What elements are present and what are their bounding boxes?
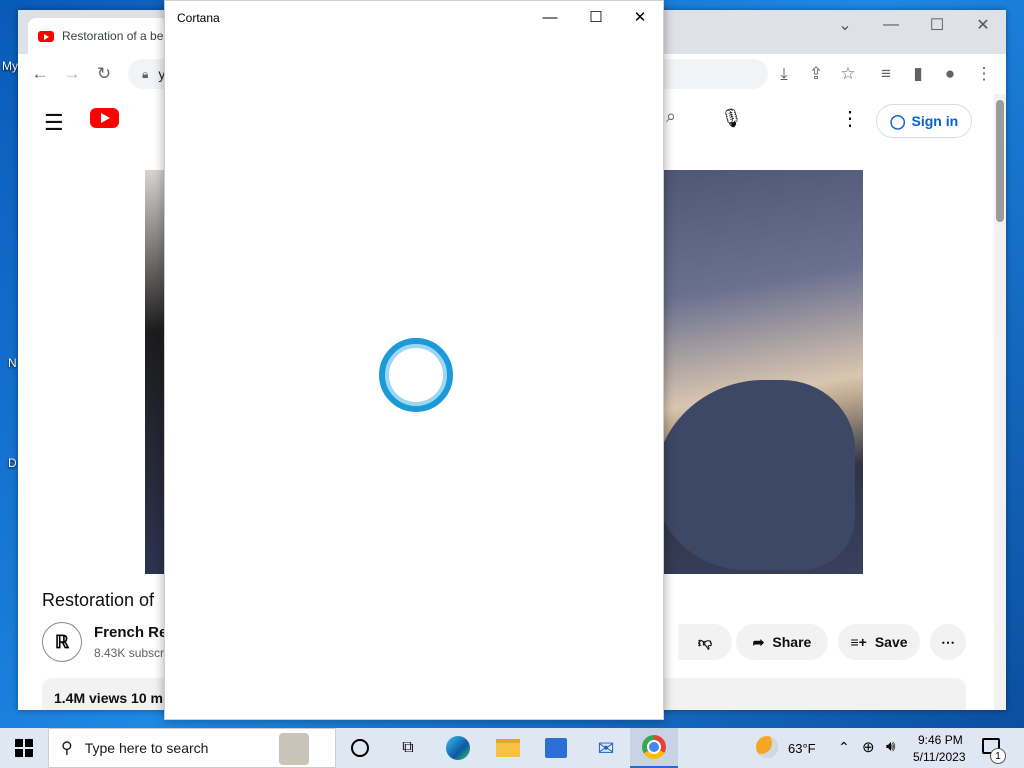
back-icon[interactable]: ← — [28, 62, 52, 86]
hamburger-menu-icon[interactable]: ☰ — [44, 110, 64, 136]
save-label: Save — [874, 634, 908, 650]
profile-icon[interactable]: ● — [938, 62, 962, 86]
more-actions-button[interactable]: ⋯ — [930, 624, 966, 660]
edge-taskbar-button[interactable] — [434, 728, 482, 768]
reading-list-icon[interactable]: ≡ — [874, 62, 898, 86]
cortana-ring-icon — [379, 338, 453, 412]
youtube-logo[interactable] — [90, 108, 119, 128]
weather-icon[interactable] — [756, 736, 778, 758]
subscriber-count: 8.43K subscr — [94, 646, 165, 660]
cortana-minimize-button[interactable]: — — [527, 1, 573, 33]
weather-temp[interactable]: 63°F — [788, 741, 816, 756]
user-circle-icon: ◯ — [889, 112, 906, 129]
mail-taskbar-button[interactable]: ✉ — [582, 728, 630, 768]
settings-kebab-icon[interactable]: ⋮ — [840, 106, 860, 131]
minimize-button[interactable]: — — [868, 10, 914, 40]
desktop-icon-label[interactable]: N — [8, 356, 17, 370]
network-globe-icon[interactable]: ⊕ — [862, 738, 875, 756]
close-button[interactable]: ✕ — [960, 10, 1006, 40]
windows-logo-icon — [15, 739, 33, 757]
cortana-window: Cortana — ☐ ✕ — [164, 0, 664, 720]
cortana-title: Cortana — [177, 11, 220, 25]
task-view-button[interactable]: ⧉ — [384, 728, 432, 768]
playlist-add-icon: ≡+ — [850, 634, 867, 650]
volume-icon[interactable]: 🔊︎ — [886, 738, 895, 755]
share-page-icon[interactable]: ⇪ — [804, 62, 828, 86]
page-scrollbar[interactable] — [994, 94, 1006, 710]
bookmark-star-icon[interactable]: ☆ — [836, 62, 860, 86]
menu-kebab-icon[interactable]: ⋮ — [972, 62, 996, 86]
folder-icon — [496, 739, 520, 757]
more-horizontal-icon: ⋯ — [941, 633, 955, 650]
desktop-icon-label[interactable]: D — [8, 456, 17, 470]
tab-search-icon[interactable]: ⌄ — [822, 10, 868, 40]
share-label: Share — [772, 634, 812, 650]
file-explorer-taskbar-button[interactable] — [484, 728, 532, 768]
taskbar-search-box[interactable]: ⚲ Type here to search — [48, 728, 336, 768]
chrome-icon — [642, 735, 666, 759]
browser-tab[interactable]: Restoration of a bea — [28, 18, 168, 54]
edge-icon — [446, 736, 470, 760]
video-title: Restoration of — [42, 590, 155, 610]
mail-envelope-icon: ✉ — [597, 737, 615, 760]
show-hidden-icons-icon[interactable]: ⌃ — [838, 739, 850, 756]
clock-date[interactable]: 5/11/2023 — [913, 750, 966, 764]
side-panel-icon[interactable]: ▮ — [906, 62, 930, 86]
store-bag-icon — [545, 738, 567, 758]
install-icon[interactable]: ⤓ — [772, 62, 796, 86]
forward-icon[interactable]: → — [60, 62, 84, 86]
share-button[interactable]: ➦ Share — [736, 624, 828, 660]
channel-avatar[interactable]: ℝ — [42, 622, 82, 662]
scrollbar-thumb[interactable] — [996, 100, 1004, 222]
cortana-maximize-button[interactable]: ☐ — [573, 1, 619, 33]
cortana-circle-icon — [351, 739, 369, 757]
thumbs-down-icon: 👎︎ — [697, 633, 713, 650]
cortana-close-button[interactable]: ✕ — [617, 1, 663, 33]
taskbar: ⚲ Type here to search ⧉ ✉ 63°F ⌃ ⊕ 🔊︎ 9:… — [0, 728, 1024, 768]
sign-in-button[interactable]: ◯ Sign in — [876, 104, 972, 138]
search-magnifier-icon: ⚲ — [61, 740, 73, 757]
store-taskbar-button[interactable] — [532, 728, 580, 768]
clock-time[interactable]: 9:46 PM — [918, 733, 963, 747]
start-button[interactable] — [0, 728, 48, 768]
reload-icon[interactable]: ↻ — [92, 62, 116, 86]
notification-count-badge: 1 — [990, 748, 1006, 764]
sign-in-label: Sign in — [911, 113, 959, 129]
microphone-icon[interactable]: 🎙︎ — [720, 108, 743, 129]
share-arrow-icon: ➦ — [752, 633, 765, 650]
lock-icon: 🔒︎ — [142, 66, 149, 81]
view-count: 1.4M views 10 m — [54, 690, 163, 706]
cortana-taskbar-button[interactable] — [336, 728, 384, 768]
youtube-favicon-icon — [38, 30, 54, 42]
search-icon[interactable]: ⌕ — [666, 106, 706, 138]
chrome-taskbar-button[interactable] — [630, 728, 678, 768]
channel-name[interactable]: French Re — [94, 624, 167, 641]
search-placeholder: Type here to search — [84, 740, 209, 756]
search-highlight-icon — [279, 733, 309, 765]
save-button[interactable]: ≡+ Save — [838, 624, 920, 660]
dislike-button[interactable]: 👎︎ — [678, 624, 732, 660]
maximize-button[interactable]: ☐ — [914, 10, 960, 40]
tab-title: Restoration of a bea — [62, 29, 168, 43]
task-view-icon: ⧉ — [402, 739, 414, 756]
desktop-icon-label[interactable]: My — [2, 59, 18, 73]
